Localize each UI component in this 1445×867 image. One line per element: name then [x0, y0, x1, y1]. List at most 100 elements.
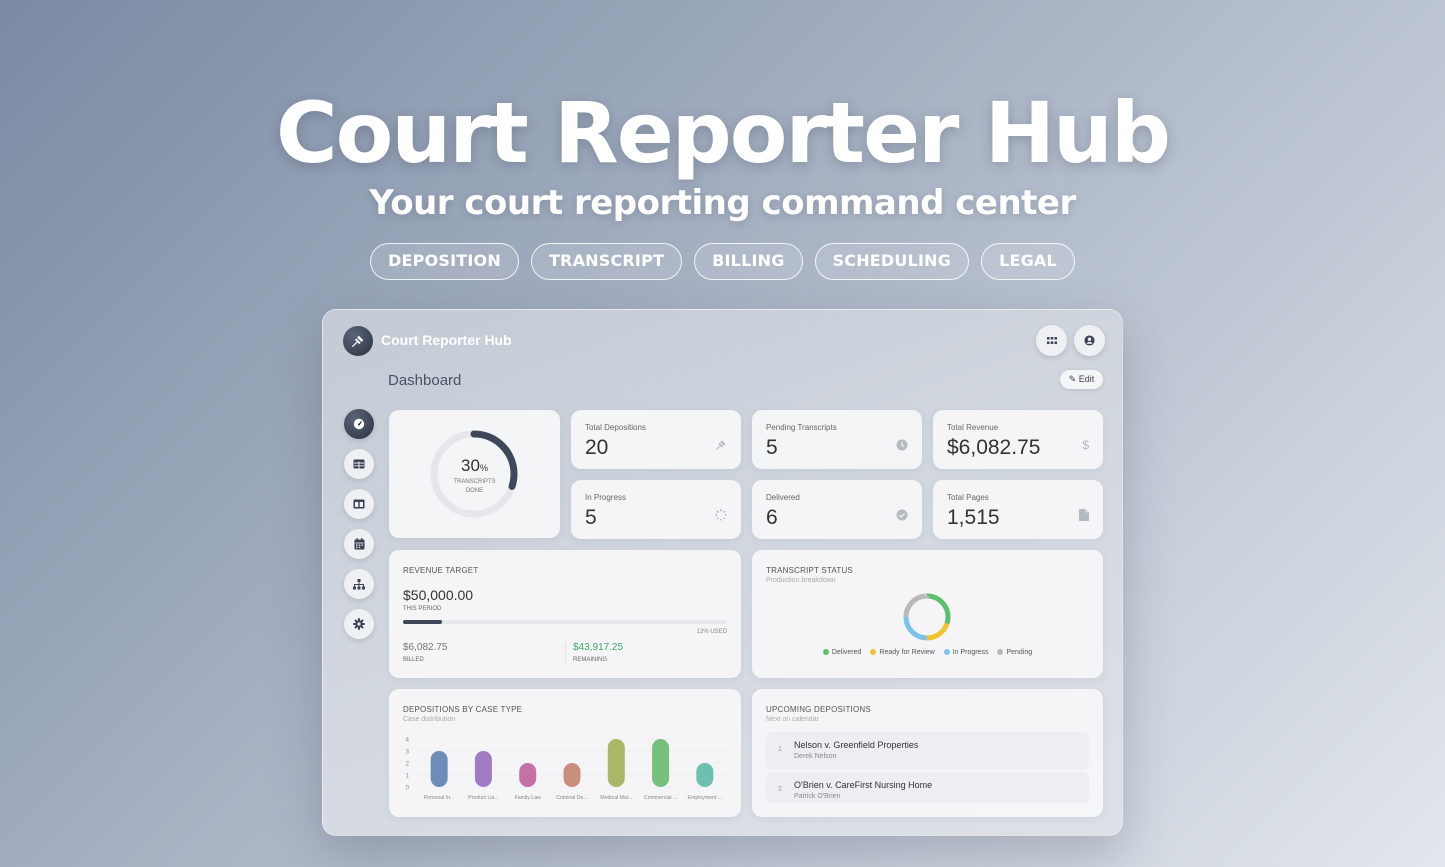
legend-dot: [943, 649, 950, 655]
edit-button[interactable]: ✎ Edit: [1060, 370, 1103, 389]
revenue-target-card: REVENUE TARGET $50,000.00 THIS PERIOD 12…: [389, 550, 741, 678]
bar[interactable]: [652, 739, 670, 787]
tag-pill: TRANSCRIPT: [530, 243, 683, 280]
x-tick-label: Commercial ...: [644, 795, 677, 801]
hero-title: Court Reporter Hub: [276, 84, 1171, 182]
case-title: Nelson v. Greenfield Properties: [794, 740, 919, 750]
stat-value: 6: [766, 506, 778, 529]
stat-label: Delivered: [766, 493, 800, 502]
x-tick-label: Medical Mal...: [600, 795, 632, 801]
divider: [565, 642, 566, 664]
check-circle-icon: [896, 509, 908, 524]
revenue-period-label: THIS PERIOD: [403, 606, 442, 612]
gavel-icon[interactable]: [343, 326, 373, 356]
spinner-icon: [715, 509, 727, 524]
gavel-icon: [715, 439, 727, 454]
tag-pill: LEGAL: [981, 243, 1075, 280]
file-icon: [1079, 509, 1089, 524]
revenue-progress-track: [403, 620, 727, 624]
bar[interactable]: [430, 751, 448, 787]
case-type-bar-chart: 0 1 2 3 4 Personal In... Product Lia... Family …: [406, 738, 727, 801]
case-type-card: DEPOSITIONS BY CASE TYPE Case distributi…: [389, 689, 741, 817]
bar[interactable]: [474, 751, 492, 787]
x-tick-label: Family Law: [515, 795, 541, 801]
table-icon: [353, 459, 365, 469]
stat-card-total-depositions[interactable]: Total Depositions 20: [571, 410, 741, 469]
upcoming-deposition-item[interactable]: 1 Nelson v. Greenfield Properties Derek …: [766, 732, 1089, 769]
pencil-icon: ✎: [1068, 374, 1077, 384]
clock-icon: [896, 439, 908, 454]
billed-label: BILLED: [403, 657, 424, 663]
tag-pill: BILLING: [694, 243, 803, 280]
app-window: Court Reporter Hub Dashboard ✎ Edit 30% …: [322, 309, 1123, 836]
legend-dot: [870, 649, 877, 655]
tag-list: DEPOSITION TRANSCRIPT BILLING SCHEDULING…: [0, 243, 1445, 280]
progress-label: TRANSCRIPTS DONE: [453, 479, 496, 494]
nav-settings[interactable]: [344, 609, 374, 639]
stat-card-total-pages[interactable]: Total Pages 1,515: [933, 480, 1103, 539]
tag-pill: DEPOSITION: [370, 243, 519, 280]
revenue-used-label: 12% USED: [696, 629, 727, 635]
billed-amount: $6,082.75: [403, 642, 448, 653]
legend-dot: [997, 649, 1004, 655]
legend-item-ready-for-review: Ready for Review: [870, 649, 935, 656]
tag-pill: SCHEDULING: [814, 243, 970, 280]
brand-name: Court Reporter Hub: [381, 332, 512, 348]
sitemap-icon: [353, 578, 365, 589]
y-tick-label: 3: [406, 750, 410, 756]
stat-card-total-revenue[interactable]: Total Revenue $6,082.75 $: [933, 410, 1103, 469]
bar[interactable]: [696, 763, 714, 787]
legend-item-pending: Pending: [997, 649, 1032, 656]
remaining-label: REMAINING: [573, 657, 608, 663]
stat-card-pending-transcripts[interactable]: Pending Transcripts 5: [752, 410, 922, 469]
y-tick-label: 1: [406, 774, 410, 780]
bar[interactable]: [519, 763, 537, 787]
stat-value: 5: [766, 436, 778, 459]
legend-dot: [822, 649, 829, 655]
y-tick-label: 2: [406, 762, 410, 768]
grid-icon[interactable]: [1036, 325, 1067, 356]
stat-label: Pending Transcripts: [766, 423, 837, 432]
progress-percent: 30%: [461, 456, 488, 475]
x-tick-label: Employment ...: [688, 795, 723, 801]
user-circle-icon[interactable]: [1074, 325, 1105, 356]
case-person: Patrick O'Brien: [794, 793, 841, 800]
upcoming-deposition-item[interactable]: 2 O'Brien v. CareFirst Nursing Home Patr…: [766, 772, 1089, 803]
stat-value: 1,515: [947, 506, 1000, 529]
nav-hierarchy[interactable]: [344, 569, 374, 599]
nav-calendar[interactable]: [344, 529, 374, 559]
dollar-icon: $: [1082, 438, 1089, 452]
hero-subtitle: Your court reporting command center: [369, 183, 1076, 223]
revenue-target-amount: $50,000.00: [403, 587, 474, 603]
upcoming-depositions-card: UPCOMING DEPOSITIONS Next on calendar 1 …: [752, 689, 1103, 817]
stat-card-in-progress[interactable]: In Progress 5: [571, 480, 741, 539]
stat-label: Total Depositions: [585, 423, 646, 432]
nav-dashboard[interactable]: [344, 409, 374, 439]
gear-icon: [353, 618, 365, 630]
stat-label: Total Pages: [947, 493, 989, 502]
stat-card-delivered[interactable]: Delivered 6: [752, 480, 922, 539]
upcoming-subtitle: Next on calendar: [766, 716, 819, 723]
bar[interactable]: [563, 763, 581, 787]
stat-value: 5: [585, 506, 597, 529]
y-tick-label: 4: [406, 738, 410, 744]
item-number: 1: [778, 746, 782, 753]
remaining-amount: $43,917.25: [573, 642, 624, 653]
status-donut-chart: [903, 593, 951, 641]
stat-value: $6,082.75: [947, 436, 1041, 459]
page-title: Dashboard: [388, 372, 462, 389]
transcript-status-card: TRANSCRIPT STATUS Production breakdown D…: [752, 550, 1103, 678]
x-tick-label: Product Lia...: [468, 795, 499, 801]
bar[interactable]: [607, 739, 625, 787]
y-tick-label: 0: [406, 786, 410, 792]
nav-table[interactable]: [344, 449, 374, 479]
revenue-target-title: REVENUE TARGET: [403, 566, 479, 575]
gauge-icon: [353, 418, 365, 430]
calendar-icon: [354, 538, 364, 550]
case-person: Derek Nelson: [794, 753, 837, 760]
nav-columns[interactable]: [344, 489, 374, 519]
stat-label: Total Revenue: [947, 423, 999, 432]
stat-value: 20: [585, 436, 609, 459]
status-legend: Delivered Ready for Review In Progress P…: [752, 649, 1103, 656]
revenue-progress-fill: [403, 620, 442, 624]
